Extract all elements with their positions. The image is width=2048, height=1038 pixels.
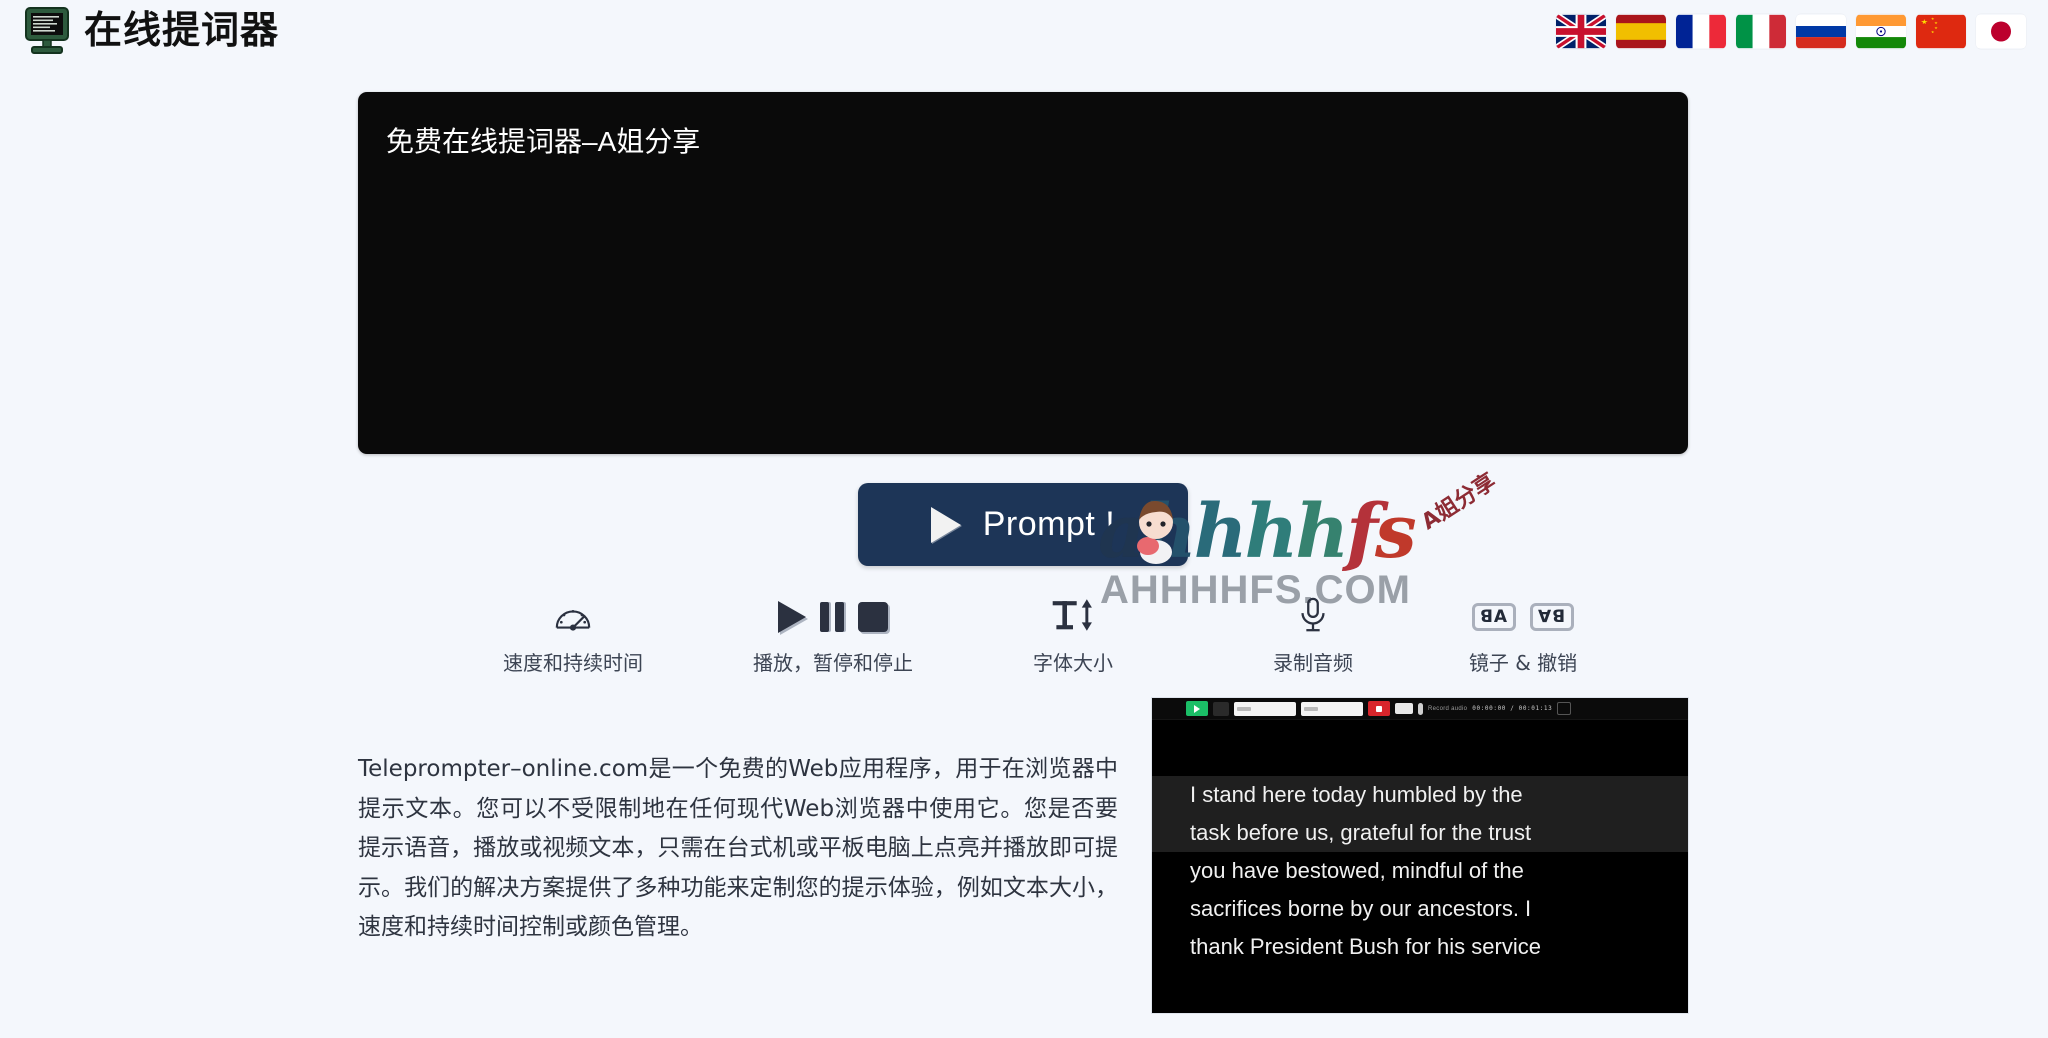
flag-fr[interactable] (1676, 14, 1726, 49)
watermark-cn-text: A姐分享 (1417, 469, 1501, 536)
stop-icon[interactable] (858, 602, 888, 632)
flag-jp[interactable] (1976, 14, 2026, 49)
feature-mirror-undo[interactable]: ꓭA ∀ꓭ 镜子 & 撤销 (1398, 596, 1648, 676)
site-description: Teleprompter–online.com是一个免费的Web应用程序，用于在… (358, 756, 1118, 941)
toolbar-settings-icon[interactable] (1213, 701, 1229, 716)
mirror-horizontal-icon[interactable]: ꓭA (1472, 603, 1516, 631)
script-line: sacrifices borne by our ancestors. I (1190, 896, 1532, 921)
page-title: 在线提词器 (84, 10, 280, 52)
feature-icon-row: 速度和持续时间 播放，暂停和停止 字体大小 录制音频 ꓭA ∀ꓭ 镜子 & 撤销 (358, 596, 1688, 676)
feature-speed-duration[interactable]: 速度和持续时间 (478, 596, 668, 676)
flag-it[interactable] (1736, 14, 1786, 49)
script-line: you have bestowed, mindful of the (1190, 858, 1524, 883)
language-flags (1556, 13, 2048, 49)
flag-in[interactable] (1856, 14, 1906, 49)
video-preview[interactable]: Record audio 00:00:00 / 00:01:13 I stand… (1152, 698, 1688, 1013)
flag-ru[interactable] (1796, 14, 1846, 49)
toolbar-play-icon[interactable] (1186, 701, 1208, 716)
brand: 在线提词器 (0, 6, 279, 56)
toolbar-record-icon[interactable] (1368, 701, 1390, 716)
toolbar-select-2[interactable] (1301, 701, 1363, 716)
video-toolbar: Record audio 00:00:00 / 00:01:13 (1152, 698, 1688, 720)
teleprompter-textarea[interactable]: 免费在线提词器–A姐分享 (358, 92, 1688, 454)
microphone-icon (1297, 596, 1329, 639)
feature-label: 字体大小 (1033, 651, 1113, 675)
toolbar-select-1[interactable] (1234, 701, 1296, 716)
mirror-vertical-icon[interactable]: ∀ꓭ (1530, 603, 1574, 631)
toolbar-close-icon[interactable] (1557, 702, 1572, 715)
gauge-icon (553, 597, 593, 638)
toolbar-timecode: 00:00:00 / 00:01:13 (1472, 705, 1553, 712)
flag-cn[interactable] (1916, 14, 1966, 49)
script-line: I stand here today humbled by the (1190, 782, 1523, 807)
crt-monitor-icon (24, 6, 70, 56)
feature-label: 镜子 & 撤销 (1468, 651, 1578, 675)
script-line: task before us, grateful for the trust (1190, 820, 1532, 845)
toolbar-mic-icon[interactable] (1418, 702, 1423, 715)
flag-gb[interactable] (1556, 13, 1606, 49)
video-body: I stand here today humbled by the task b… (1152, 720, 1688, 1013)
text-size-icon (1049, 596, 1097, 639)
flag-es[interactable] (1616, 14, 1666, 49)
page-header: 在线提词器 (0, 0, 2048, 62)
play-icon (930, 506, 961, 543)
prompt-start-button[interactable]: Prompt ! (858, 483, 1188, 566)
video-script-lines: I stand here today humbled by the task b… (1152, 776, 1688, 966)
play-icon[interactable] (778, 601, 806, 633)
page-root: 在线提词器 免费在线提词器–A姐分享 Prompt ! ahhhhfs A姐分享… (0, 0, 2048, 1038)
script-line: thank President Bush for his service (1190, 934, 1541, 959)
feature-label: 速度和持续时间 (503, 651, 643, 675)
teleprompter-text-value: 免费在线提词器–A姐分享 (386, 126, 701, 157)
feature-font-size[interactable]: 字体大小 (928, 596, 1218, 676)
prompt-button-label: Prompt ! (982, 505, 1116, 543)
toolbar-camera-icon[interactable] (1395, 703, 1413, 714)
pause-icon[interactable] (820, 602, 844, 632)
toolbar-status-text: Record audio (1428, 705, 1468, 712)
